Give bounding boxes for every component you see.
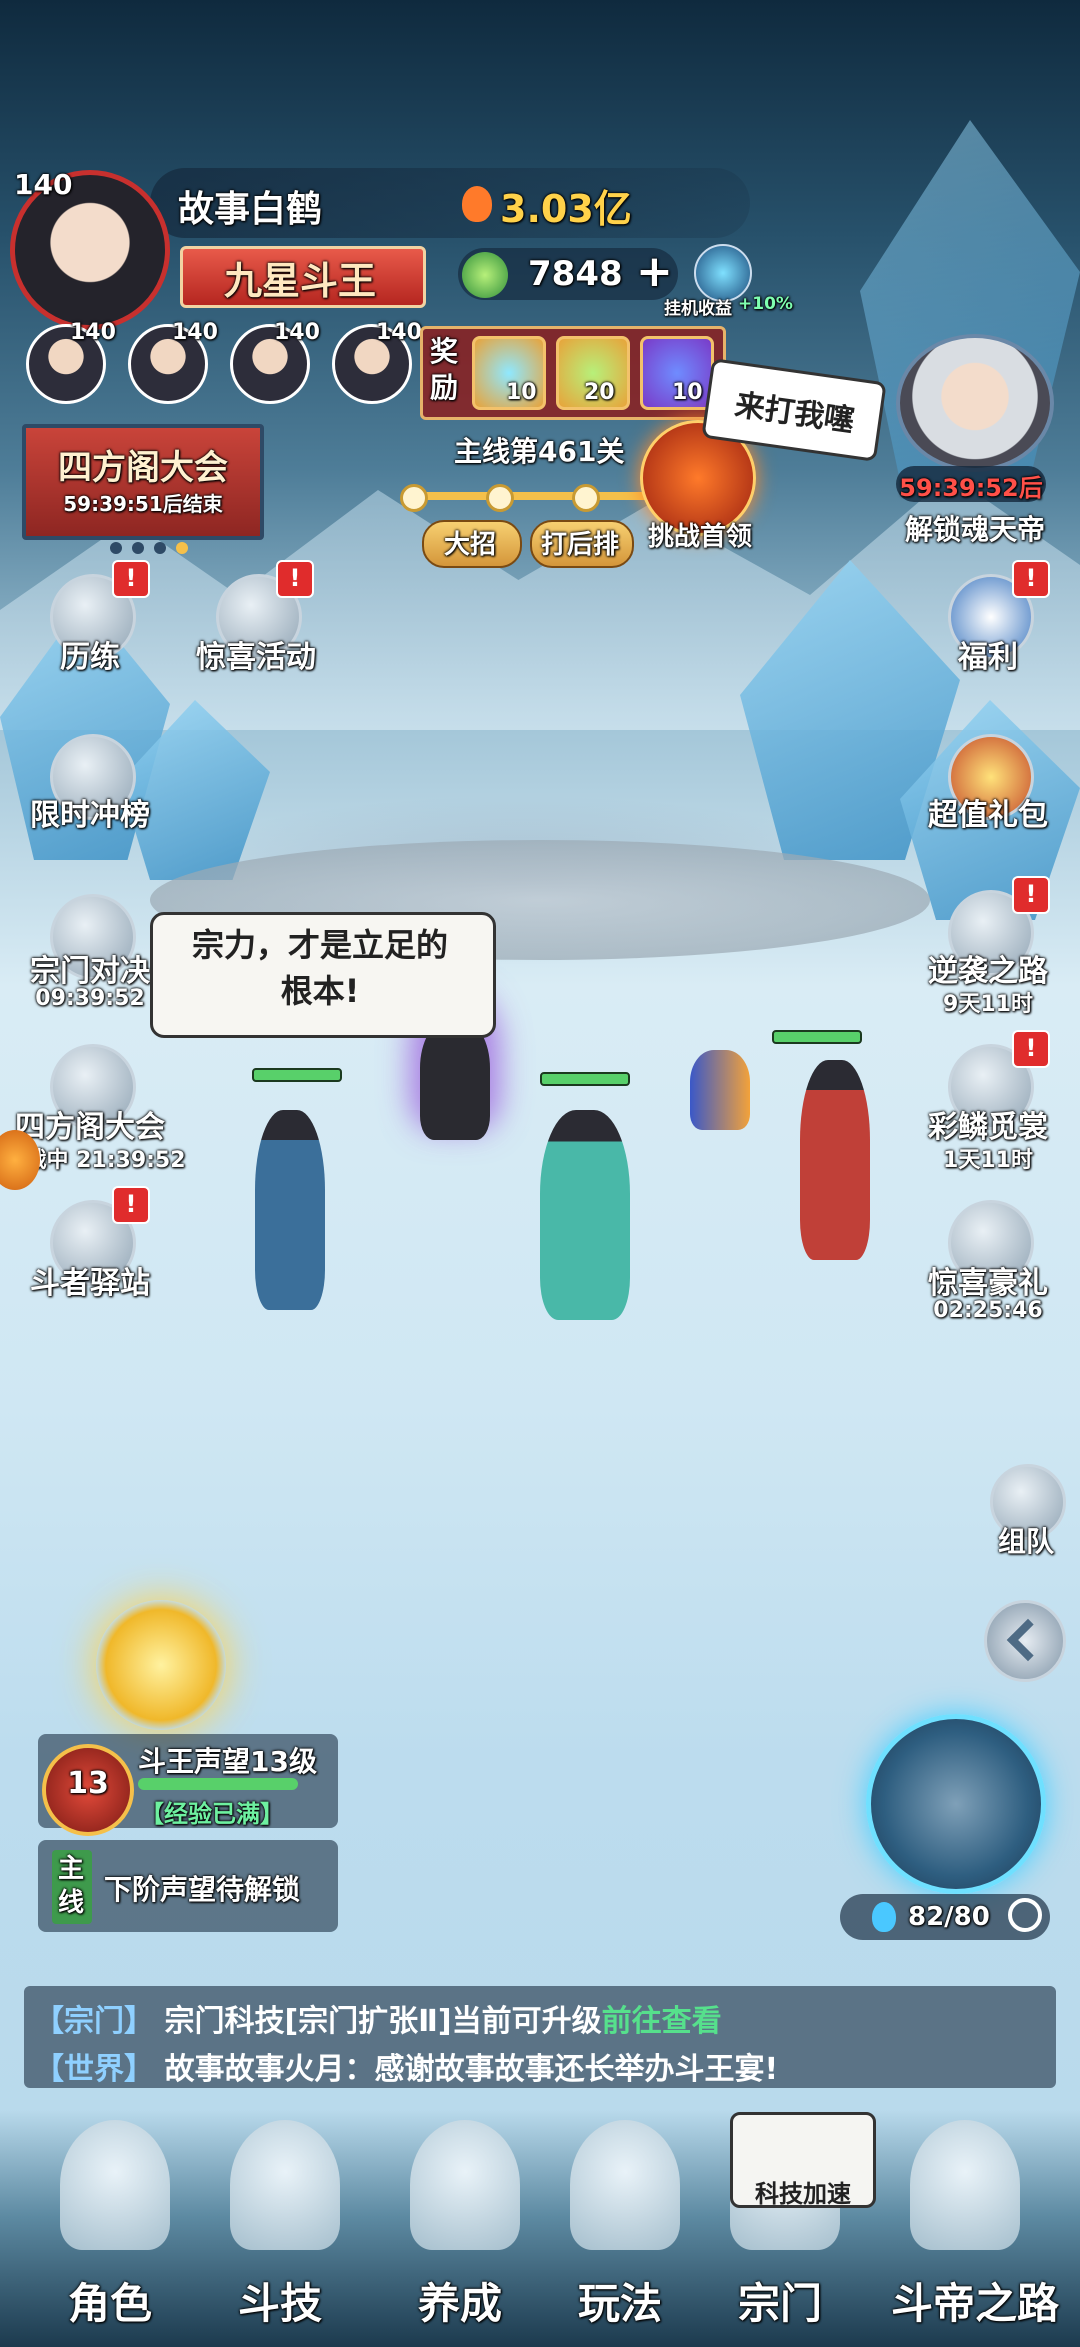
player-name: 故事白鹤 <box>178 189 323 230</box>
nav-skills[interactable]: 斗技 <box>190 2110 370 2340</box>
player-level: 140 <box>14 168 73 201</box>
progress-node <box>572 484 600 512</box>
reputation-level: 13 <box>67 1766 109 1801</box>
event-banner-title: 四方阁大会 <box>58 448 228 488</box>
fire-power-icon <box>462 186 492 222</box>
collapse-arrow-button[interactable] <box>984 1600 1066 1682</box>
tech-boost-label: 科技加速 <box>755 2180 851 2208</box>
hp-bar <box>772 1030 862 1044</box>
team-level: 140 <box>376 320 422 345</box>
nav-gameplay[interactable]: 玩法 <box>530 2110 710 2340</box>
quest-tag: 主线 <box>58 1854 85 1918</box>
scroll-icon <box>230 2120 340 2250</box>
boss-unlock-label: 解锁魂天帝 <box>904 513 1045 546</box>
search-icon[interactable] <box>1008 1898 1042 1932</box>
ring-skill-button[interactable] <box>866 1714 1046 1894</box>
menu-label: 惊喜豪礼 <box>928 1266 1048 1301</box>
reward-count: 20 <box>584 380 615 405</box>
menu-timer: 9天11时 <box>943 992 1033 1017</box>
story-speech-text: 宗力，才是立足的 根本! <box>191 926 448 1010</box>
menu-label: 福利 <box>958 640 1018 675</box>
menu-label: 惊喜活动 <box>196 640 316 675</box>
chat-channel: 【宗门】 <box>34 2004 154 2039</box>
nav-emperor-road[interactable]: 斗帝之路 <box>870 2110 1080 2340</box>
gameplay-icon <box>570 2120 680 2250</box>
team-level: 140 <box>172 320 218 345</box>
currency-amount: 7848 <box>528 254 623 294</box>
reward-count: 10 <box>506 380 537 405</box>
nav-character[interactable]: 角色 <box>20 2110 200 2340</box>
chat-link[interactable]: 前往查看 <box>602 2004 722 2039</box>
menu-label: 逆袭之路 <box>928 954 1048 989</box>
red-robed-ally[interactable] <box>800 1060 870 1260</box>
boss-unlock-timer: 59:39:52后 <box>899 474 1043 502</box>
alert-badge: ! <box>1012 1030 1050 1068</box>
reward-count: 10 <box>672 380 703 405</box>
chat-line: 【世界】 故事故事火月：感谢故事故事还长举办斗王宴! <box>34 2044 778 2088</box>
reputation-title: 斗王声望13级 <box>138 1745 317 1778</box>
nav-label: 斗技 <box>237 2279 322 2328</box>
target-back-label: 打后排 <box>540 530 619 560</box>
add-currency-button[interactable]: + <box>636 246 673 297</box>
growth-icon <box>410 2120 520 2250</box>
chat-channel: 【世界】 <box>34 2052 154 2087</box>
hp-bar <box>252 1068 342 1082</box>
player-hero[interactable] <box>255 1110 325 1310</box>
combat-power: 3.03亿 <box>500 187 632 231</box>
team-level: 140 <box>274 320 320 345</box>
stamina-flame-icon <box>872 1902 896 1932</box>
nav-sect[interactable]: 科技加速 宗门 <box>690 2110 876 2340</box>
alert-badge: ! <box>1012 560 1050 598</box>
menu-timer: 02:25:46 <box>933 1298 1043 1323</box>
nav-label: 角色 <box>67 2279 152 2328</box>
chevron-left-icon <box>1006 1618 1050 1662</box>
idle-reward-bonus: +10% <box>738 294 793 314</box>
event-banner-timer: 59:39:51后结束 <box>63 492 223 516</box>
chat-text: 故事故事火月：感谢故事故事还长举办斗王宴! <box>164 2052 779 2087</box>
character-icon <box>60 2120 170 2250</box>
menu-label: 组队 <box>997 1525 1054 1558</box>
page-dots <box>110 540 190 554</box>
green-swirl-icon <box>462 252 508 298</box>
dark-winged-ally[interactable] <box>420 1020 490 1140</box>
alert-badge: ! <box>112 1186 150 1224</box>
chat-text: 宗门科技[宗门扩张Ⅱ]当前可升级 <box>164 2004 602 2039</box>
progress-node <box>486 484 514 512</box>
chat-line: 【宗门】 宗门科技[宗门扩张Ⅱ]当前可升级前往查看 <box>34 1996 722 2040</box>
reward-label: 奖励 <box>430 335 459 404</box>
alert-badge: ! <box>1012 876 1050 914</box>
idle-reward-label: 挂机收益 <box>664 299 732 319</box>
team-level: 140 <box>70 320 116 345</box>
flame-pet[interactable] <box>690 1050 750 1130</box>
game-scene: 140 故事白鹤 3.03亿 九星斗王 7848 + 挂机收益 +10% 140… <box>0 0 1080 2347</box>
reputation-bar <box>138 1778 298 1790</box>
flame-path-icon <box>910 2120 1020 2250</box>
quest-text: 下阶声望待解锁 <box>104 1873 301 1906</box>
menu-label: 彩鳞觅裳 <box>928 1110 1048 1145</box>
menu-label: 斗者驿站 <box>30 1266 150 1301</box>
nav-label: 玩法 <box>577 2279 662 2328</box>
nav-label: 斗帝之路 <box>890 2279 1059 2328</box>
menu-label: 超值礼包 <box>928 798 1048 833</box>
reputation-status: 【经验已满】 <box>140 1800 284 1828</box>
ultimate-label: 大招 <box>443 530 496 560</box>
stage-name: 主线第461关 <box>454 435 625 468</box>
player-title: 九星斗王 <box>223 259 376 303</box>
nav-growth[interactable]: 养成 <box>370 2110 550 2340</box>
boss-portrait[interactable] <box>896 334 1054 472</box>
progress-node <box>400 484 428 512</box>
nav-label: 养成 <box>417 2279 502 2328</box>
stamina-value: 82/80 <box>908 1902 990 1932</box>
teal-robed-ally[interactable] <box>540 1110 630 1320</box>
boss-challenge-label: 挑战首领 <box>647 522 752 552</box>
stage-progress-bar <box>406 492 666 500</box>
nav-label: 宗门 <box>737 2279 822 2328</box>
menu-label: 限时冲榜 <box>30 798 150 833</box>
menu-timer: 1天11时 <box>943 1148 1033 1173</box>
alert-badge: ! <box>112 560 150 598</box>
hp-bar <box>540 1072 630 1086</box>
alert-badge: ! <box>276 560 314 598</box>
treasure-chest-button[interactable] <box>96 1600 226 1730</box>
